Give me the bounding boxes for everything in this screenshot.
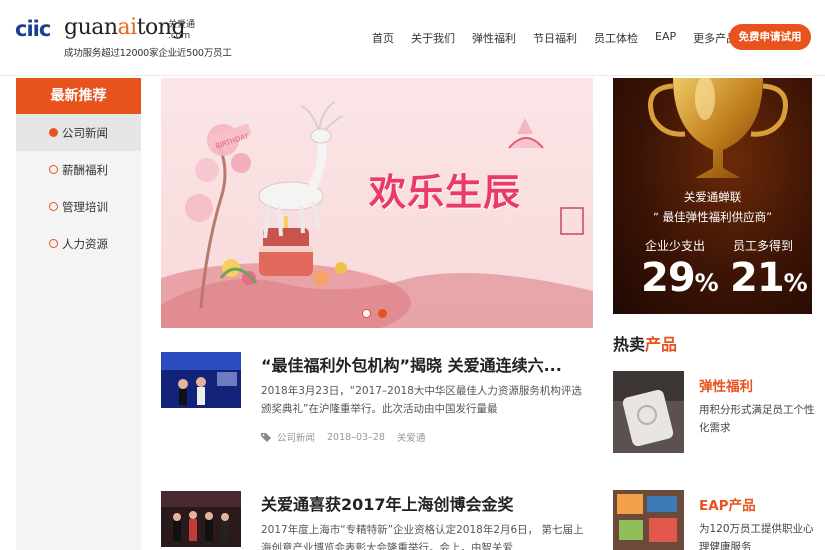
- bullet-icon: [49, 165, 58, 174]
- sidebar-item-company-news[interactable]: 公司新闻: [16, 114, 141, 151]
- news-tag[interactable]: 关爱通: [397, 430, 426, 444]
- carousel-dot-2-active[interactable]: [378, 309, 387, 318]
- logo-word-part: guan: [64, 15, 118, 40]
- promo-subheadline: “ 最佳弹性福利供应商”: [652, 210, 773, 224]
- promo-headline: 关爱通蝉联: [683, 190, 742, 204]
- bullet-icon: [49, 202, 58, 211]
- sidebar-item-label: 薪酬福利: [62, 162, 108, 177]
- logo-cn: 关爱通: [168, 20, 196, 30]
- news-item[interactable]: 关爱通喜获2017年上海创博会金奖 2017年度上海市“专精特新”企业资格认定2…: [161, 491, 593, 550]
- hot-products-heading: 热卖产品: [613, 331, 677, 355]
- news-item[interactable]: “最佳福利外包机构”揭晓 关爱通连续六... 2018年3月23日，“2017–…: [161, 352, 593, 452]
- product-description: 为120万员工提供职业心理健康服务: [699, 523, 814, 550]
- promo-stat-1: 29%: [641, 255, 719, 301]
- sidebar-item-label: 管理培训: [62, 199, 108, 214]
- sidebar-item-label: 公司新闻: [62, 125, 108, 140]
- news-title[interactable]: 关爱通喜获2017年上海创博会金奖: [261, 491, 514, 515]
- heading-highlight: 产品: [645, 335, 678, 354]
- product-image[interactable]: [613, 490, 684, 550]
- product-card[interactable]: 弹性福利 用积分形式满足员工个性化需求: [613, 371, 818, 455]
- news-category[interactable]: 公司新闻: [277, 430, 315, 444]
- heading-part: 热卖: [613, 335, 646, 354]
- nav-eap[interactable]: EAP: [655, 30, 676, 46]
- banner-carousel[interactable]: BIRTHDAY 欢乐生辰: [161, 78, 593, 328]
- logo-wordmark: guanaitong: [64, 15, 186, 40]
- product-description: 用积分形式满足员工个性化需求: [699, 404, 815, 434]
- tag-icon: [261, 433, 271, 442]
- news-title[interactable]: “最佳福利外包机构”揭晓 关爱通连续六...: [261, 352, 562, 376]
- news-date: 2018–03–28: [327, 431, 385, 443]
- product-image[interactable]: [613, 371, 684, 453]
- logo-slogan: 成功服务超过12000家企业近500万员工: [64, 48, 232, 59]
- percent-sign: %: [694, 269, 719, 297]
- product-card[interactable]: EAP产品 为120万员工提供职业心理健康服务: [613, 490, 818, 550]
- product-name[interactable]: EAP产品: [699, 494, 756, 514]
- news-description: 2017年度上海市“专精特新”企业资格认定2018年2月6日， 第七届上海创意产…: [261, 524, 584, 550]
- promo-label-spend-less: 企业少支出: [645, 239, 706, 253]
- nav-holiday-benefits[interactable]: 节日福利: [533, 30, 577, 46]
- promo-stat-2: 21%: [730, 255, 808, 301]
- site-header: ciic guanaitong 关爱通 .com 成功服务超过12000家企业近…: [0, 0, 825, 76]
- promo-label-get-more: 员工多得到: [733, 239, 794, 253]
- news-meta: 公司新闻 2018–03–28 关爱通: [261, 430, 437, 444]
- main-nav: 首页 关于我们 弹性福利 节日福利 员工体检 EAP 更多产品 ›: [372, 30, 751, 46]
- logo-word-ai: ai: [117, 15, 138, 40]
- logo-mark: ciic: [15, 17, 51, 41]
- free-trial-button[interactable]: 免费申请试用: [729, 24, 811, 50]
- sidebar: 最新推荐 公司新闻 薪酬福利 管理培训 人力资源: [16, 78, 141, 550]
- promo-stat-value: 29: [641, 255, 696, 301]
- nav-health-check[interactable]: 员工体检: [594, 30, 638, 46]
- promo-stat-value: 21: [730, 255, 785, 301]
- award-promo-banner[interactable]: 关爱通蝉联 “ 最佳弹性福利供应商” 企业少支出 员工多得到 29% 21%: [613, 78, 812, 314]
- banner-title: 欢乐生辰: [369, 171, 521, 214]
- sidebar-item-label: 人力资源: [62, 236, 108, 251]
- nav-about[interactable]: 关于我们: [411, 30, 455, 46]
- logo-com: .com: [168, 31, 191, 41]
- news-description: 2018年3月23日，“2017–2018大中华区最佳人力资源服务机构评选颁奖典…: [261, 385, 582, 415]
- bullet-icon: [49, 128, 58, 137]
- nav-flexible-benefits[interactable]: 弹性福利: [472, 30, 516, 46]
- sidebar-item-management-training[interactable]: 管理培训: [16, 188, 141, 225]
- carousel-dot-1[interactable]: [362, 309, 371, 318]
- bullet-icon: [49, 239, 58, 248]
- sidebar-title: 最新推荐: [16, 78, 141, 114]
- sidebar-item-hr[interactable]: 人力资源: [16, 225, 141, 262]
- percent-sign: %: [783, 269, 808, 297]
- news-thumbnail[interactable]: [161, 491, 241, 547]
- sidebar-item-salary-benefits[interactable]: 薪酬福利: [16, 151, 141, 188]
- nav-home[interactable]: 首页: [372, 30, 394, 46]
- product-name[interactable]: 弹性福利: [699, 375, 753, 395]
- news-thumbnail[interactable]: [161, 352, 241, 408]
